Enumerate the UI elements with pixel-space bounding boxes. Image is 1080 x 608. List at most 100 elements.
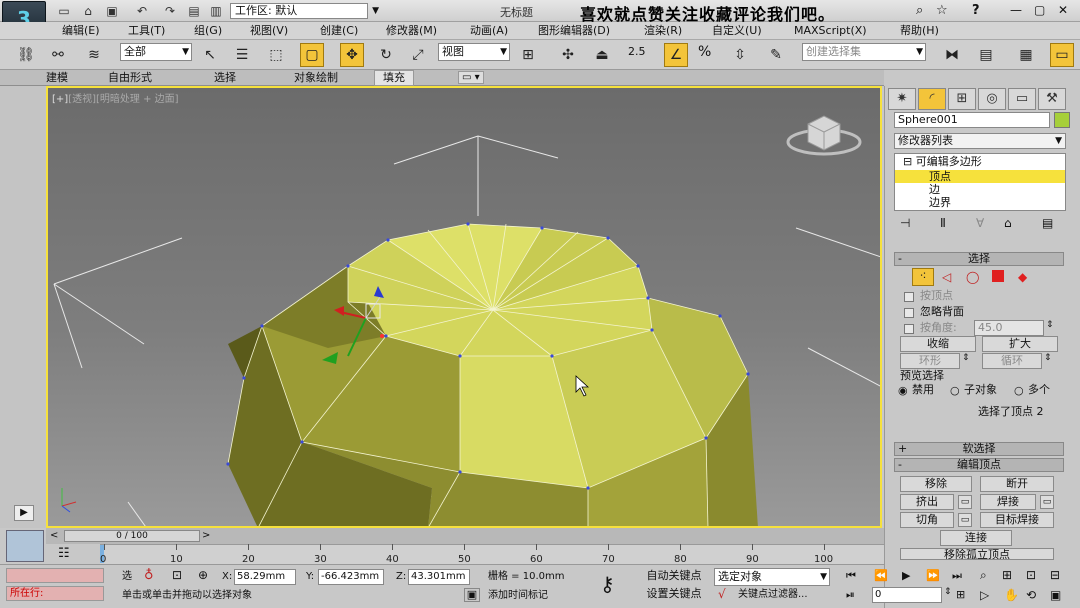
y-coord-field[interactable]: -66.423mm — [318, 569, 384, 585]
maximize-icon[interactable]: ▢ — [1034, 3, 1045, 17]
remove-modifier-icon[interactable]: ⌂ — [1004, 216, 1012, 230]
rollout-selection-header[interactable]: - 选择 — [894, 252, 1064, 266]
move-icon[interactable]: ✥ — [340, 43, 364, 67]
menu-views[interactable]: 视图(V) — [250, 23, 288, 39]
stack-item-edge[interactable]: 边 — [895, 183, 1065, 196]
menu-group[interactable]: 组(G) — [194, 23, 222, 39]
search-icon[interactable]: ⌕ — [916, 3, 923, 18]
menu-rendering[interactable]: 渲染(R) — [644, 23, 682, 39]
shrink-button[interactable]: 收缩 — [900, 336, 976, 352]
element-mode-icon[interactable]: ◆ — [1018, 270, 1027, 284]
ring-button[interactable]: 环形 — [900, 353, 960, 369]
object-name-field[interactable]: Sphere001 — [894, 112, 1050, 128]
align-icon[interactable]: ▤ — [974, 43, 998, 67]
rollout-edit-vertices-header[interactable]: - 编辑顶点 — [894, 458, 1064, 472]
time-prev-icon[interactable]: < — [50, 530, 58, 541]
make-unique-icon[interactable]: ∀ — [976, 216, 984, 230]
chamfer-button[interactable]: 切角 — [900, 512, 954, 528]
save-icon[interactable]: ▣ — [104, 3, 120, 19]
time-slider-thumb[interactable]: 0 / 100 — [64, 530, 200, 542]
zoom-extents-icon[interactable]: ⊡ — [1026, 568, 1036, 582]
go-to-end-icon[interactable]: ⏭ — [952, 569, 962, 583]
angle-snap-icon[interactable]: ∠ — [664, 43, 688, 67]
scale-icon[interactable]: ⤢ — [406, 43, 430, 67]
pivot-center-icon[interactable]: ⊞ — [516, 43, 540, 67]
menu-tools[interactable]: 工具(T) — [128, 23, 165, 39]
frame-spinner-icon[interactable]: ⇕ — [944, 587, 952, 597]
perspective-viewport[interactable]: [+][透视][明暗处理 + 边面] — [46, 86, 882, 528]
menu-animation[interactable]: 动画(A) — [470, 23, 508, 39]
time-tag-icon[interactable]: ▣ — [464, 588, 480, 602]
target-weld-button[interactable]: 目标焊接 — [980, 512, 1054, 528]
grow-button[interactable]: 扩大 — [982, 336, 1058, 352]
bind-space-warp-icon[interactable]: ≋ — [82, 43, 106, 67]
z-coord-field[interactable]: 43.301mm — [408, 569, 470, 585]
hold-icon[interactable]: ▤ — [186, 3, 202, 19]
mirror-icon[interactable]: ⧓ — [940, 43, 964, 67]
chamfer-settings-icon[interactable]: ▭ — [958, 513, 972, 527]
close-icon[interactable]: ✕ — [1058, 3, 1068, 17]
field-of-view-icon[interactable]: ▷ — [980, 588, 989, 602]
selection-filter-dropdown[interactable]: 全部 ▼ — [120, 43, 192, 61]
undo-icon[interactable]: ↶ — [134, 3, 150, 19]
edit-named-selection-icon[interactable]: ✎ — [764, 43, 788, 67]
by-vertex-checkbox[interactable] — [904, 292, 914, 302]
remove-isolated-vertices-button[interactable]: 移除孤立顶点 — [900, 548, 1054, 560]
percent-snap-icon[interactable]: % — [698, 44, 711, 60]
motion-tab-icon[interactable]: ◎ — [978, 88, 1006, 110]
connect-button[interactable]: 连接 — [940, 530, 1012, 546]
project-folder-icon[interactable]: ▥ — [208, 3, 224, 19]
modifier-stack[interactable]: ⊟ 可编辑多边形 顶点 边 边界 — [894, 153, 1066, 211]
show-end-result-icon[interactable]: Ⅱ — [940, 216, 946, 230]
loop-button[interactable]: 循环 — [982, 353, 1042, 369]
rotate-icon[interactable]: ↻ — [374, 43, 398, 67]
key-filters-button[interactable]: 关键点过滤器... — [738, 587, 808, 603]
select-by-name-icon[interactable]: ☰ — [230, 43, 254, 67]
graphite-toolbar-icon[interactable]: ▭ — [1050, 43, 1074, 67]
mini-listener-icon[interactable] — [6, 530, 44, 562]
utilities-tab-icon[interactable]: ⚒ — [1038, 88, 1066, 110]
zoom-extents-all-icon[interactable]: ⊟ — [1050, 568, 1060, 582]
track-bar-icon[interactable]: ☷ — [58, 546, 70, 561]
ribbon-tab-modeling[interactable]: 建模 — [46, 71, 68, 85]
create-tab-icon[interactable]: ✷ — [888, 88, 916, 110]
go-to-start-icon[interactable]: ⏮ — [846, 569, 856, 583]
scene-geometry[interactable] — [48, 88, 882, 528]
set-key-icon[interactable]: ⚷ — [600, 572, 615, 596]
menu-help[interactable]: 帮助(H) — [900, 23, 939, 39]
redo-icon[interactable]: ↷ — [162, 3, 178, 19]
auto-key-button[interactable]: 自动关键点 — [640, 568, 708, 584]
current-frame-field[interactable]: 0 — [872, 587, 942, 603]
set-key-button[interactable]: 设置关键点 — [640, 586, 708, 602]
menu-customize[interactable]: 自定义(U) — [712, 23, 762, 39]
view-cube[interactable] — [786, 115, 862, 156]
loop-spinner-icon[interactable]: ⇕ — [1044, 353, 1052, 363]
x-coord-field[interactable]: 58.29mm — [234, 569, 296, 585]
menu-create[interactable]: 创建(C) — [320, 23, 358, 39]
vertex-mode-icon[interactable]: ⁖ — [912, 268, 934, 286]
ring-spinner-icon[interactable]: ⇕ — [962, 353, 970, 363]
time-config-icon[interactable]: ⊞ — [956, 588, 965, 601]
keyboard-shortcut-icon[interactable]: ⏏ — [590, 43, 614, 67]
minimize-icon[interactable]: — — [1010, 3, 1022, 17]
layer-explorer-icon[interactable]: ▦ — [1014, 43, 1038, 67]
zoom-icon[interactable]: ⌕ — [980, 568, 987, 583]
select-manipulate-icon[interactable]: ✣ — [556, 43, 580, 67]
rollout-soft-selection-header[interactable]: + 软选择 — [894, 442, 1064, 456]
weld-settings-icon[interactable]: ▭ — [1040, 495, 1054, 509]
link-icon[interactable]: ⛓ — [14, 43, 38, 67]
object-color-swatch[interactable] — [1054, 112, 1070, 128]
previous-frame-icon[interactable]: ⏪ — [874, 569, 888, 582]
weld-button[interactable]: 焊接 — [980, 494, 1036, 510]
remove-button[interactable]: 移除 — [900, 476, 972, 492]
next-frame-icon[interactable]: ⏩ — [926, 569, 940, 582]
play-icon[interactable]: ▶ — [902, 569, 910, 582]
reference-coordinate-dropdown[interactable]: 视图 ▼ — [438, 43, 510, 61]
stack-item-editable-poly[interactable]: ⊟ 可编辑多边形 — [895, 154, 1065, 170]
stack-item-vertex[interactable]: 顶点 — [895, 170, 1065, 183]
ribbon-tab-selection[interactable]: 选择 — [214, 71, 236, 85]
display-tab-icon[interactable]: ▭ — [1008, 88, 1036, 110]
named-selection-dropdown[interactable]: 创建选择集 ▼ — [802, 43, 926, 61]
orbit-icon[interactable]: ⟲ — [1026, 588, 1036, 602]
unlink-icon[interactable]: ⚯ — [46, 43, 70, 67]
